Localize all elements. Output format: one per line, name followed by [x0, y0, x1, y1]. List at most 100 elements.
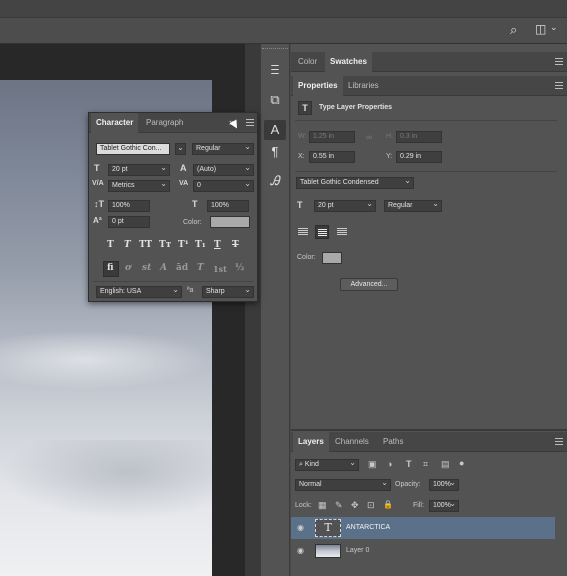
filter-toggle-icon[interactable]: ●	[459, 458, 464, 468]
workspace-icon[interactable]: ◫	[535, 22, 546, 36]
filter-adjustment-icon[interactable]: ◑	[387, 459, 392, 469]
align-right-button[interactable]	[335, 225, 349, 239]
y-position-field[interactable]: 0.29 in	[396, 151, 442, 163]
leading-dropdown[interactable]: (Auto)	[193, 164, 254, 176]
horizontal-scale-field[interactable]: 100%	[207, 200, 249, 212]
layer-row-layer-0[interactable]: ◉ Layer 0	[291, 540, 555, 562]
swash-button[interactable]: A	[160, 263, 167, 273]
tab-channels[interactable]: Channels	[330, 432, 374, 452]
fractions-button[interactable]: ½	[235, 263, 244, 273]
lock-all-icon[interactable]: 🔒	[383, 500, 393, 509]
panel-menu-icon[interactable]	[555, 58, 563, 65]
tab-paragraph[interactable]: Paragraph	[141, 113, 188, 133]
advanced-button[interactable]: Advanced...	[340, 278, 398, 291]
filter-smartobject-icon[interactable]: ▤	[441, 459, 450, 470]
glyphs-panel-icon[interactable]: Ꭿ	[264, 172, 286, 192]
all-caps-button[interactable]: TT	[139, 240, 152, 250]
tracking-dropdown[interactable]: 0	[193, 180, 254, 192]
divider	[295, 120, 557, 121]
width-label: W:	[298, 133, 307, 140]
properties-font-size-dropdown[interactable]: 20 pt	[314, 200, 376, 212]
tab-color[interactable]: Color	[293, 52, 322, 72]
width-field[interactable]: 1.25 in	[309, 131, 355, 143]
font-size-dropdown[interactable]: 20 pt	[108, 164, 170, 176]
underline-button[interactable]: T	[214, 240, 221, 250]
lock-position-icon[interactable]: ✥	[351, 500, 359, 511]
lock-artboard-icon[interactable]: ⊡	[367, 500, 375, 511]
ordinals-button[interactable]: 1st	[213, 264, 227, 274]
titling-alternates-button[interactable]: T	[197, 263, 204, 273]
font-family-dropdown-button[interactable]: ⌄	[175, 143, 186, 155]
contextual-alternates-button[interactable]: ơ	[125, 263, 131, 273]
properties-color-swatch[interactable]	[322, 252, 342, 264]
filter-type-icon[interactable]: T	[406, 459, 412, 469]
properties-color-label: Color:	[297, 254, 316, 261]
y-label: Y:	[386, 153, 393, 160]
blend-mode-dropdown[interactable]: Normal	[295, 479, 391, 491]
antialias-dropdown[interactable]: Sharp	[202, 286, 254, 298]
font-style-dropdown[interactable]: Regular	[192, 143, 254, 155]
align-left-button[interactable]	[296, 225, 310, 239]
font-size-icon: T	[297, 200, 303, 210]
height-field[interactable]: 0.3 in	[396, 131, 442, 143]
x-position-field[interactable]: 0.55 in	[309, 151, 355, 163]
font-family-field[interactable]: Tablet Gothic Con...	[96, 143, 170, 155]
superscript-button[interactable]: T¹	[178, 240, 189, 250]
lock-image-icon[interactable]: ✎	[335, 500, 343, 511]
lock-transparency-icon[interactable]: ▦	[318, 500, 327, 511]
properties-tabbar: Properties Libraries	[291, 76, 567, 96]
kerning-dropdown[interactable]: Metrics	[108, 180, 170, 192]
tab-layers[interactable]: Layers	[293, 432, 329, 452]
ligatures-button-active[interactable]: fi	[103, 261, 119, 277]
subscript-button[interactable]: T₁	[195, 240, 206, 250]
layer-filter-kind-dropdown[interactable]: ⌕ Kind	[295, 459, 359, 471]
stylistic-alternates-button[interactable]: ād	[176, 263, 188, 273]
baseline-shift-field[interactable]: 0 pt	[108, 216, 150, 228]
menu-bar	[0, 0, 567, 18]
opacity-label: Opacity:	[395, 481, 421, 488]
history-icon[interactable]: Ⲷ	[264, 60, 286, 80]
faux-italic-button[interactable]: T	[124, 240, 131, 250]
panel-divider[interactable]	[291, 429, 567, 431]
character-color-swatch[interactable]	[210, 216, 250, 228]
filter-pixel-icon[interactable]: ▣	[368, 459, 377, 470]
baseline-shift-icon: Aª	[93, 216, 102, 225]
strikethrough-button[interactable]: T	[232, 240, 239, 250]
font-size-icon: T	[94, 163, 100, 173]
ligatures-glyph: fi	[107, 263, 114, 273]
align-center-button[interactable]	[315, 225, 329, 239]
height-label: H:	[386, 133, 393, 140]
x-label: X:	[298, 153, 305, 160]
small-caps-button[interactable]: Tт	[159, 240, 171, 250]
faux-bold-button[interactable]: T	[107, 240, 114, 250]
character-panel-icon[interactable]: A	[264, 120, 286, 140]
panel-menu-icon[interactable]	[555, 438, 563, 445]
tab-swatches[interactable]: Swatches	[325, 52, 372, 72]
opacity-field[interactable]: 100%	[429, 479, 459, 491]
properties-icon[interactable]: ⧉	[264, 90, 286, 110]
filter-shape-icon[interactable]: ⌗	[423, 459, 428, 470]
lock-label: Lock:	[295, 502, 312, 509]
tab-properties[interactable]: Properties	[293, 76, 343, 96]
tab-paths[interactable]: Paths	[378, 432, 408, 452]
properties-font-style-dropdown[interactable]: Regular	[384, 200, 442, 212]
visibility-eye-icon[interactable]: ◉	[297, 523, 304, 532]
search-icon[interactable]: ⌕	[510, 22, 517, 38]
language-dropdown[interactable]: English: USA	[96, 286, 182, 298]
tracking-icon: VA	[179, 180, 189, 187]
layer-row-antarctica[interactable]: ◉ T ANTARCTICA	[291, 517, 555, 539]
tab-character[interactable]: Character	[91, 113, 139, 133]
paragraph-panel-icon[interactable]: ¶	[264, 142, 286, 162]
strip-grip[interactable]	[262, 48, 288, 52]
fill-field[interactable]: 100%	[429, 500, 459, 512]
properties-font-family-dropdown[interactable]: Tablet Gothic Condensed	[296, 177, 414, 189]
visibility-eye-icon[interactable]: ◉	[297, 546, 304, 555]
tab-libraries[interactable]: Libraries	[343, 76, 384, 96]
link-icon[interactable]: ∞	[366, 132, 372, 142]
panel-menu-icon[interactable]	[246, 119, 254, 126]
vertical-scale-icon: ↕T	[94, 199, 104, 209]
workspace-chevron-icon[interactable]: ⌄	[550, 22, 558, 33]
panel-menu-icon[interactable]	[555, 82, 563, 89]
discretionary-ligatures-button[interactable]: st	[142, 263, 151, 273]
vertical-scale-field[interactable]: 100%	[108, 200, 150, 212]
